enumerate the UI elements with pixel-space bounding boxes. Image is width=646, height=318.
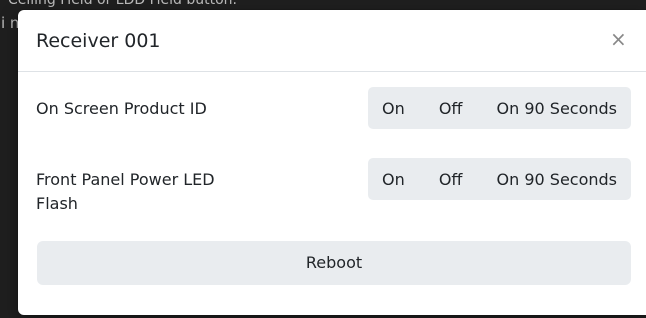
background-side-text: i n — [1, 14, 20, 32]
setting-label: On Screen Product ID — [36, 99, 207, 118]
option-on-90-seconds-button[interactable]: On 90 Seconds — [497, 99, 617, 118]
modal-header: Receiver 001 × — [18, 10, 646, 72]
setting-label: Front Panel Power LED Flash — [36, 170, 215, 213]
front-panel-power-led-flash-toggle-group: On Off On 90 Seconds — [368, 158, 631, 200]
option-off-button[interactable]: Off — [439, 170, 463, 189]
on-screen-product-id-toggle-group: On Off On 90 Seconds — [368, 87, 631, 129]
option-on-90-seconds-button[interactable]: On 90 Seconds — [497, 170, 617, 189]
option-on-button[interactable]: On — [382, 99, 405, 118]
reboot-button[interactable]: Reboot — [37, 241, 631, 285]
close-icon[interactable]: × — [610, 29, 627, 49]
option-on-button[interactable]: On — [382, 170, 405, 189]
modal-title: Receiver 001 — [36, 30, 161, 52]
background-instruction-text: Ceiling Field or LDD Field button. — [8, 0, 238, 8]
receiver-settings-modal: Receiver 001 × On Screen Product ID On O… — [18, 10, 646, 315]
option-off-button[interactable]: Off — [439, 99, 463, 118]
